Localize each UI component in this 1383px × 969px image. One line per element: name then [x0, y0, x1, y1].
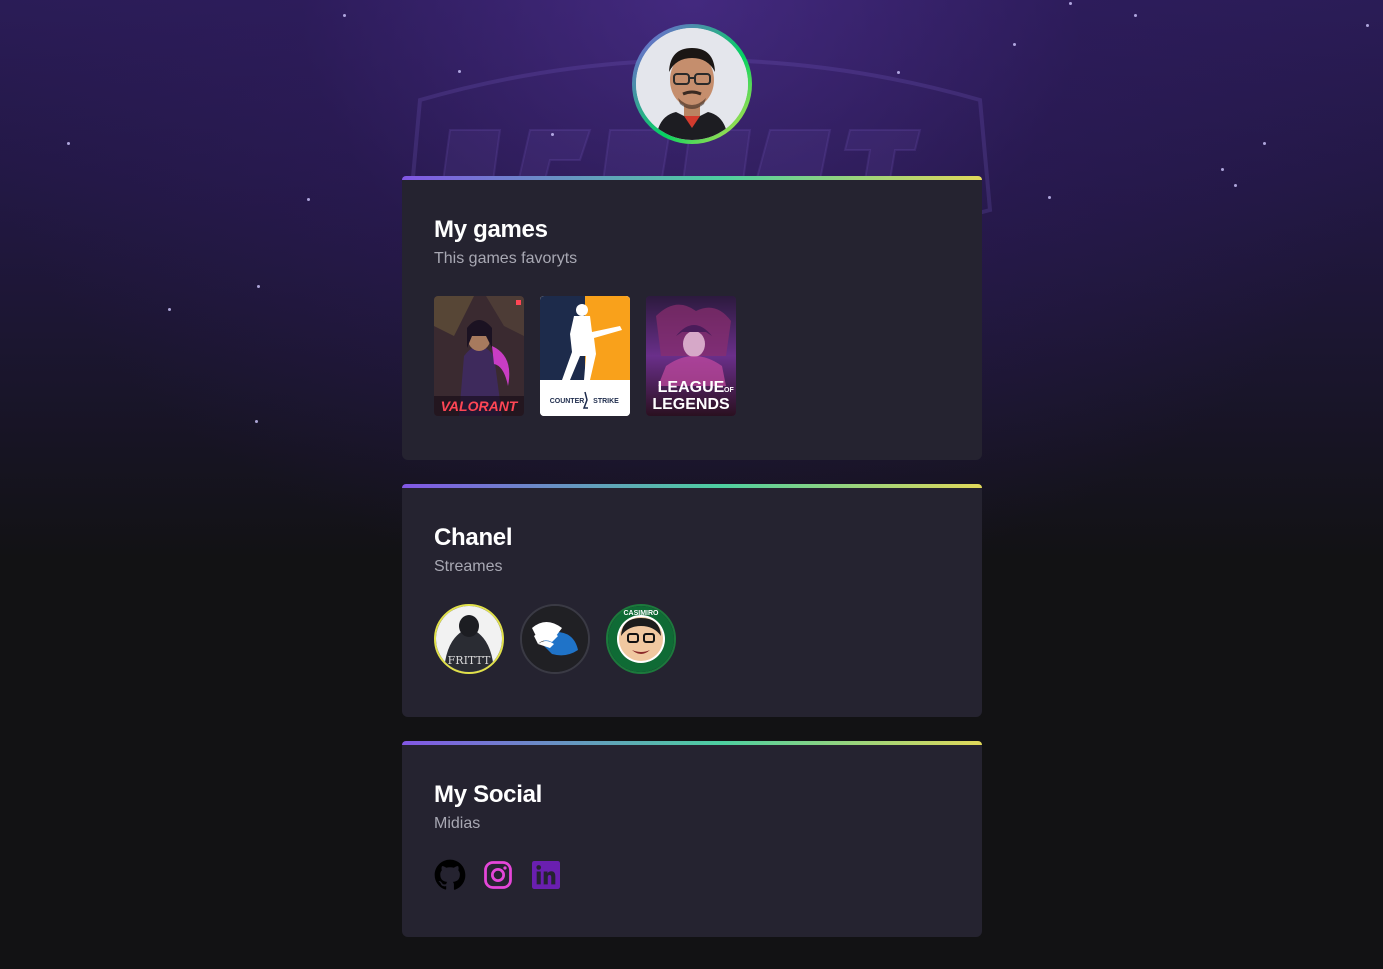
casimiro-label: CASIMIRO — [624, 610, 660, 617]
star — [1069, 2, 1072, 5]
star — [343, 14, 346, 17]
star — [168, 308, 171, 311]
lol-logo-text-2: LEGENDS — [652, 396, 730, 413]
star — [67, 142, 70, 145]
github-link[interactable] — [434, 859, 466, 891]
fritt-label: FRITTT — [448, 654, 491, 667]
profile-avatar — [632, 24, 752, 144]
game-league-of-legends[interactable]: LEAGUE OF LEGENDS — [646, 296, 736, 416]
channel-subtitle: Streames — [434, 558, 503, 575]
games-card: My games This games favoryts VALORANT CO… — [402, 176, 982, 460]
star — [551, 133, 554, 136]
channel-title: Chanel — [434, 524, 513, 551]
channel-gaules[interactable] — [520, 604, 590, 674]
channel-list: FRITTT CASIMIRO — [434, 604, 950, 674]
lol-logo-text-of: OF — [724, 387, 734, 394]
games-subtitle: This games favoryts — [434, 250, 578, 267]
star — [897, 71, 900, 74]
github-icon — [434, 859, 466, 890]
social-card: My Social Midias — [402, 741, 982, 937]
games-list: VALORANT COUNTER STRIKE LEAGUE OF LEGEND… — [434, 296, 950, 416]
social-title: My Social — [434, 781, 543, 808]
star — [307, 198, 310, 201]
avatar-photo — [636, 28, 748, 140]
star — [1221, 168, 1224, 171]
star — [1234, 184, 1237, 187]
channel-fritt[interactable]: FRITTT — [434, 604, 504, 674]
star — [1366, 24, 1369, 27]
star — [1048, 196, 1051, 199]
game-counter-strike[interactable]: COUNTER STRIKE — [540, 296, 630, 416]
cs-logo-text-2: STRIKE — [593, 398, 619, 405]
star — [1013, 43, 1016, 46]
lol-logo-text-1: LEAGUE — [658, 379, 725, 396]
cs-logo-text-1: COUNTER — [550, 398, 585, 405]
instagram-icon — [484, 861, 512, 889]
valorant-logo-text: VALORANT — [441, 398, 519, 414]
star — [257, 285, 260, 288]
games-title: My games — [434, 216, 548, 243]
linkedin-icon — [532, 861, 560, 889]
star — [1134, 14, 1137, 17]
star — [255, 420, 258, 423]
channel-card: Chanel Streames FRITTT CASIMIRO — [402, 484, 982, 717]
channel-casimiro[interactable]: CASIMIRO — [606, 604, 676, 674]
game-valorant[interactable]: VALORANT — [434, 296, 524, 416]
star — [458, 70, 461, 73]
linkedin-link[interactable] — [530, 859, 562, 891]
social-list — [434, 859, 950, 891]
social-subtitle: Midias — [434, 815, 481, 832]
star — [1263, 142, 1266, 145]
instagram-link[interactable] — [482, 859, 514, 891]
